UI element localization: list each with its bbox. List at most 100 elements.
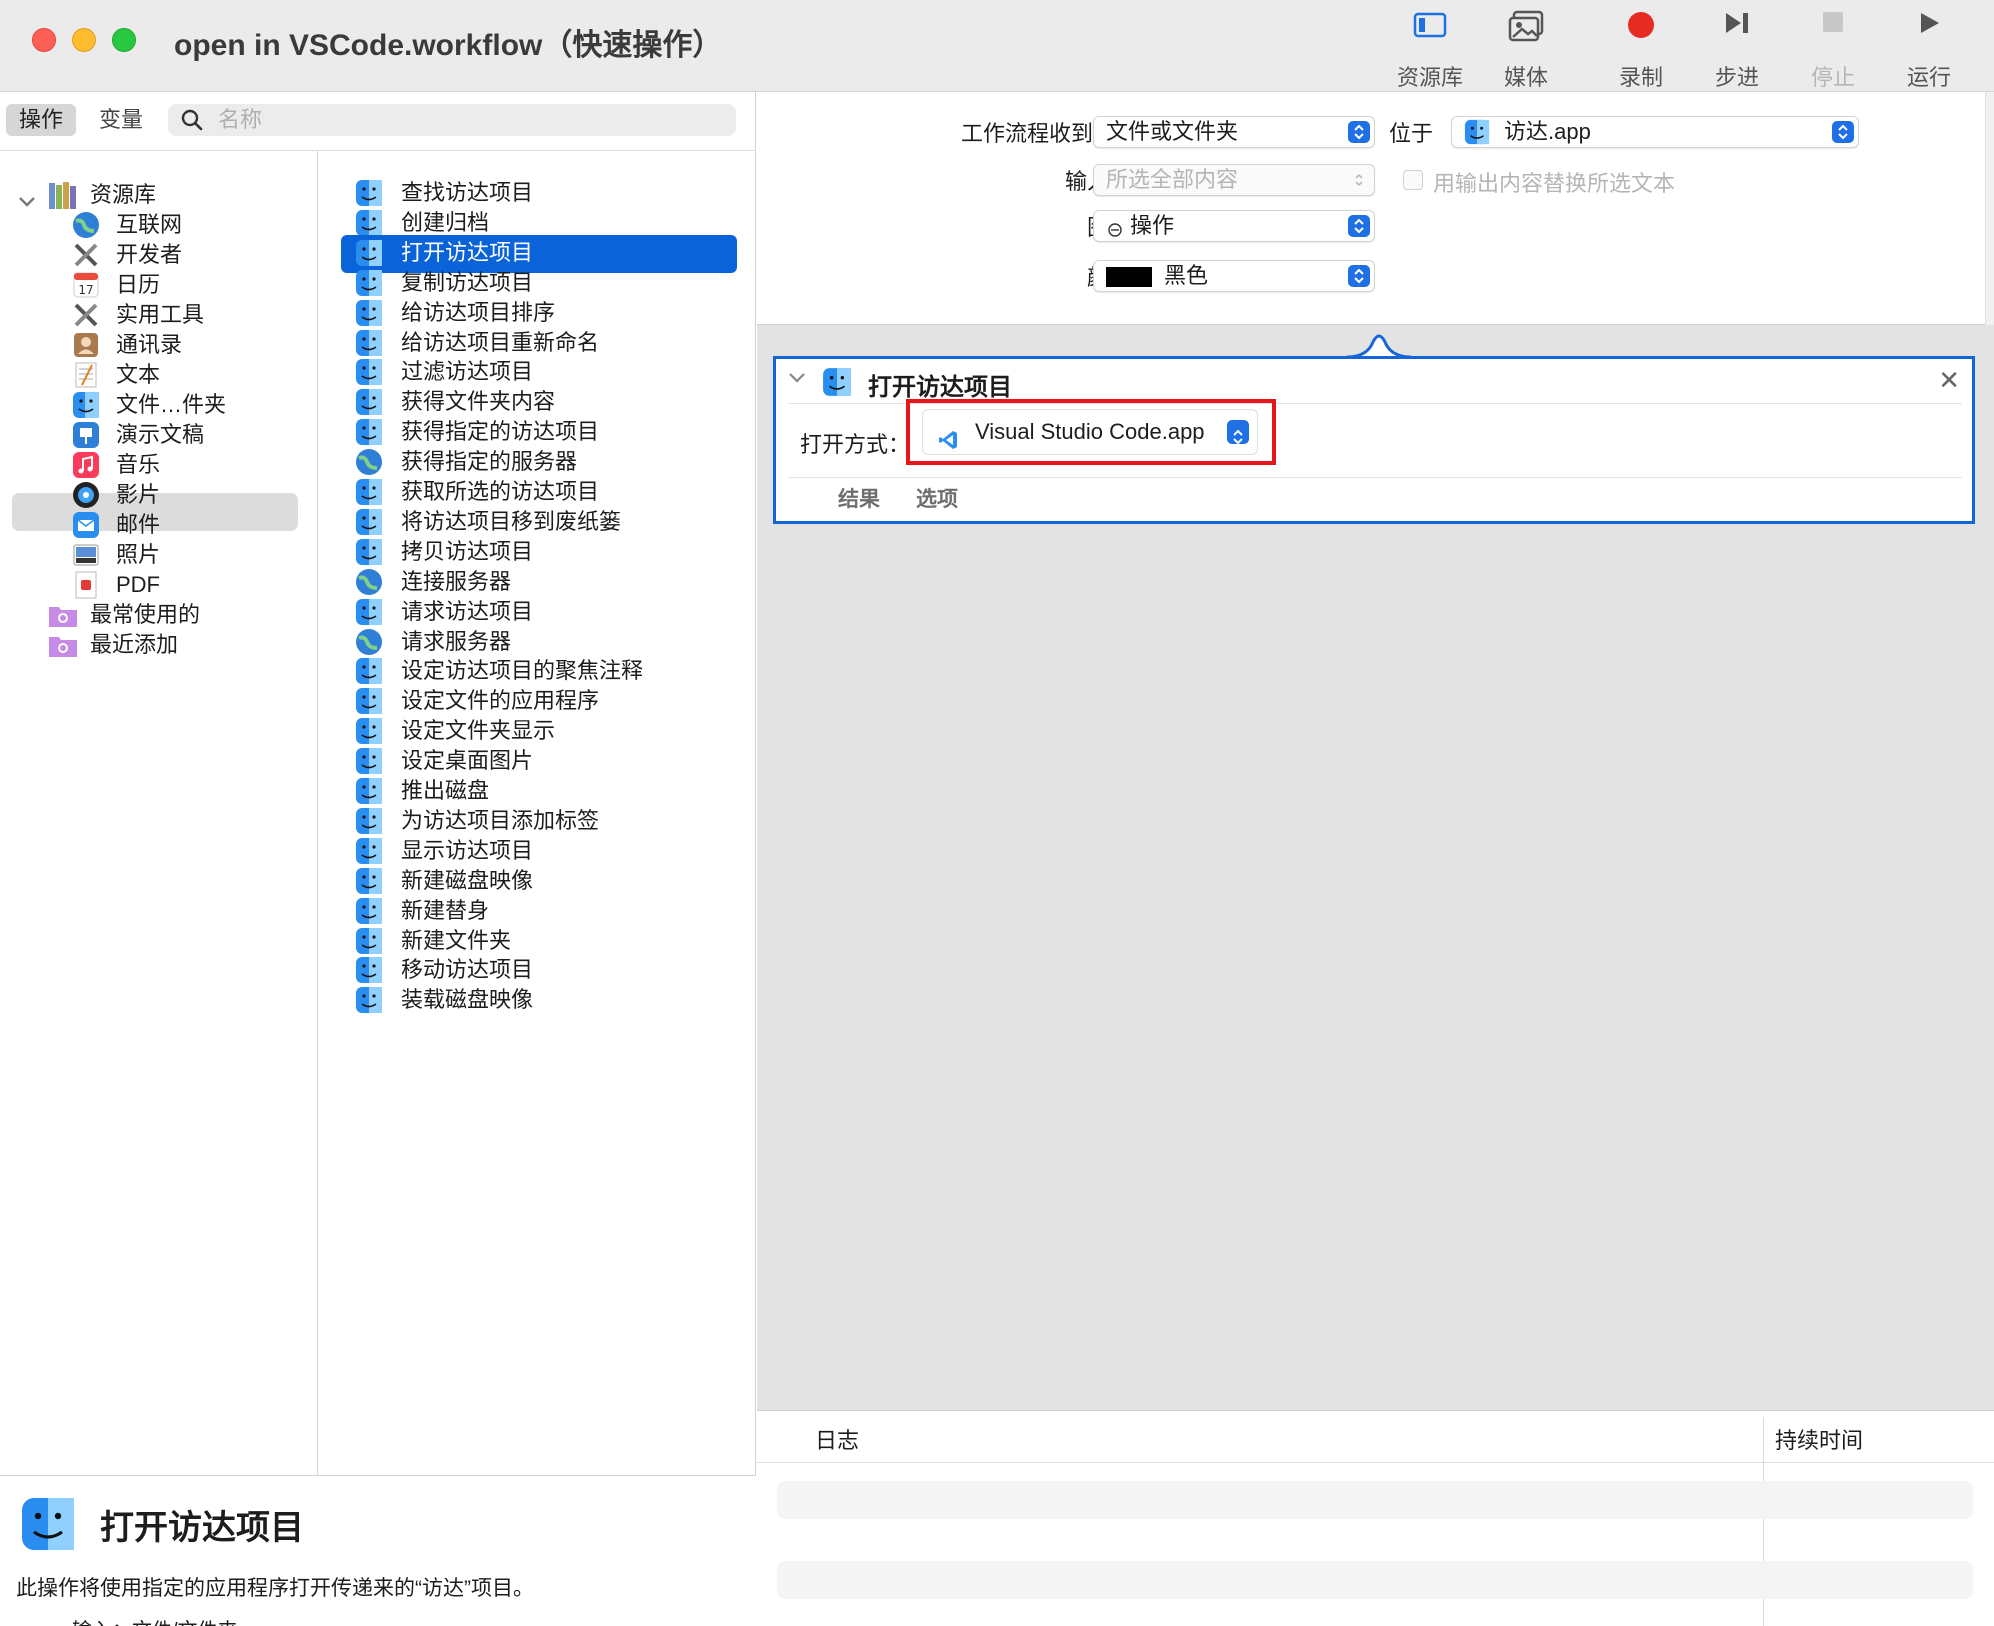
tab-variables[interactable]: 变量 <box>86 104 156 136</box>
movies-icon <box>72 481 100 509</box>
finder-icon <box>72 391 100 419</box>
zoom-window-button[interactable] <box>112 28 136 52</box>
action-card-open-finder-items[interactable]: 打开访达项目 ✕ 打开方式： Visual Studio Code.app 结果… <box>773 356 1975 524</box>
sidebar-segmented-control: 操作 变量 <box>6 104 162 136</box>
color-popup[interactable]: 黑色 <box>1093 260 1375 292</box>
calendar-icon: 17 <box>72 271 100 299</box>
stepper-icon <box>1348 121 1370 143</box>
receives-popup[interactable]: 文件或文件夹 <box>1093 116 1375 148</box>
finder-icon <box>355 807 383 835</box>
library-list: 资源库 互联网 开发者 17 日历 实用工具 通讯录 文本 文件…件夹 演示文稿… <box>0 151 318 1475</box>
finder-icon <box>355 239 383 267</box>
finder-icon <box>355 478 383 506</box>
close-icon[interactable]: ✕ <box>1938 365 1960 396</box>
finder-icon <box>355 927 383 955</box>
finder-icon <box>1464 119 1490 153</box>
record-toolbar-button[interactable]: 录制 <box>1596 10 1686 90</box>
description-text: 此操作将使用指定的应用程序打开传递来的“访达”项目。 <box>16 1577 534 1600</box>
log-column-header[interactable]: 日志 <box>815 1423 859 1455</box>
text-icon <box>72 361 100 389</box>
finder-icon <box>355 867 383 895</box>
library-panel: 操作 变量 资源库 互联网 开发者 17 日历 <box>0 92 756 1626</box>
duration-column-header[interactable]: 持续时间 <box>1775 1423 1863 1455</box>
close-window-button[interactable] <box>32 28 56 52</box>
action-card-title: 打开访达项目 <box>868 374 1012 401</box>
photos-icon <box>72 541 100 569</box>
media-icon <box>1481 10 1571 50</box>
finder-icon <box>355 717 383 745</box>
table-row <box>777 1561 1973 1599</box>
workflow-settings: 工作流程收到当前 文件或文件夹 位于 访达.app 输入为 所选全部内容 用输出… <box>757 92 1994 325</box>
stepper-icon <box>1227 420 1249 445</box>
input-is-popup: 所选全部内容 <box>1093 164 1375 196</box>
finder-icon <box>355 598 383 626</box>
application-popup[interactable]: 访达.app <box>1451 116 1859 148</box>
image-popup[interactable]: 操作 <box>1093 210 1375 242</box>
pdf-icon <box>72 571 100 599</box>
finder-icon <box>355 986 383 1014</box>
finder-icon <box>355 508 383 536</box>
open-with-popup[interactable]: Visual Studio Code.app <box>922 409 1258 455</box>
stepper-icon <box>1348 265 1370 287</box>
workflow-panel: 工作流程收到当前 文件或文件夹 位于 访达.app 输入为 所选全部内容 用输出… <box>757 92 1994 1626</box>
scrollbar[interactable] <box>1985 92 1994 325</box>
stop-icon <box>1788 10 1878 50</box>
action-list-item[interactable]: 装载磁盘映像 <box>341 982 737 1018</box>
finder-icon <box>355 209 383 237</box>
table-row <box>777 1481 1973 1519</box>
description-input: 输入：文件/文件夹 <box>72 1614 238 1626</box>
log-panel: 日志 持续时间 <box>757 1410 1994 1626</box>
svg-text:17: 17 <box>78 283 93 297</box>
media-toolbar-button[interactable]: 媒体 <box>1481 10 1571 90</box>
finder-icon <box>355 837 383 865</box>
window-title: open in VSCode.workflow（快速操作） <box>174 29 723 62</box>
run-toolbar-button[interactable]: 运行 <box>1884 10 1974 90</box>
search-input[interactable] <box>218 104 718 136</box>
finder-icon <box>355 687 383 715</box>
open-with-label: 打开方式： <box>800 432 911 457</box>
step-toolbar-button[interactable]: 步进 <box>1692 10 1782 90</box>
finder-icon <box>822 367 852 397</box>
in-label: 位于 <box>1389 121 1434 146</box>
replace-text-checkbox <box>1403 170 1423 190</box>
globe-icon <box>355 448 383 476</box>
finder-icon <box>20 1496 76 1552</box>
finder-icon <box>355 388 383 416</box>
finder-icon <box>355 657 383 685</box>
smart-folder-icon <box>48 601 77 629</box>
step-icon <box>1692 10 1782 50</box>
tab-results[interactable]: 结果 <box>838 483 880 513</box>
minimize-window-button[interactable] <box>72 28 96 52</box>
search-field[interactable] <box>168 104 736 136</box>
finder-icon <box>355 538 383 566</box>
finder-icon <box>355 269 383 297</box>
tab-actions[interactable]: 操作 <box>6 104 76 136</box>
chevron-down-icon[interactable] <box>788 371 806 390</box>
search-icon <box>180 108 204 137</box>
chevron-down-icon[interactable] <box>18 195 36 214</box>
smart-folder-icon <box>48 631 77 659</box>
divider <box>788 477 1962 478</box>
finder-icon <box>355 329 383 357</box>
finder-icon <box>355 777 383 805</box>
library-toolbar-button[interactable]: 资源库 <box>1385 10 1475 90</box>
action-description: 打开访达项目 此操作将使用指定的应用程序打开传递来的“访达”项目。 输入：文件/… <box>0 1475 756 1626</box>
stop-toolbar-button: 停止 <box>1788 10 1878 90</box>
stepper-icon <box>1348 169 1370 191</box>
contacts-icon <box>72 331 100 359</box>
actions-list: 查找访达项目 创建归档 打开访达项目 复制访达项目 给访达项目排序 给访达项目重新命名 过滤… <box>319 151 755 1475</box>
tab-options[interactable]: 选项 <box>916 483 958 513</box>
utilities-icon <box>72 301 100 329</box>
stepper-icon <box>1348 215 1370 237</box>
globe-icon <box>72 211 100 239</box>
mail-icon <box>72 511 100 539</box>
finder-icon <box>355 299 383 327</box>
finder-icon <box>355 897 383 925</box>
library-icon <box>1385 10 1475 50</box>
vscode-icon <box>937 422 959 466</box>
finder-icon <box>355 747 383 775</box>
stepper-icon <box>1832 121 1854 143</box>
window-titlebar: open in VSCode.workflow（快速操作） 资源库 媒体 录制 … <box>0 0 1994 92</box>
run-icon <box>1884 10 1974 50</box>
finder-icon <box>355 418 383 446</box>
